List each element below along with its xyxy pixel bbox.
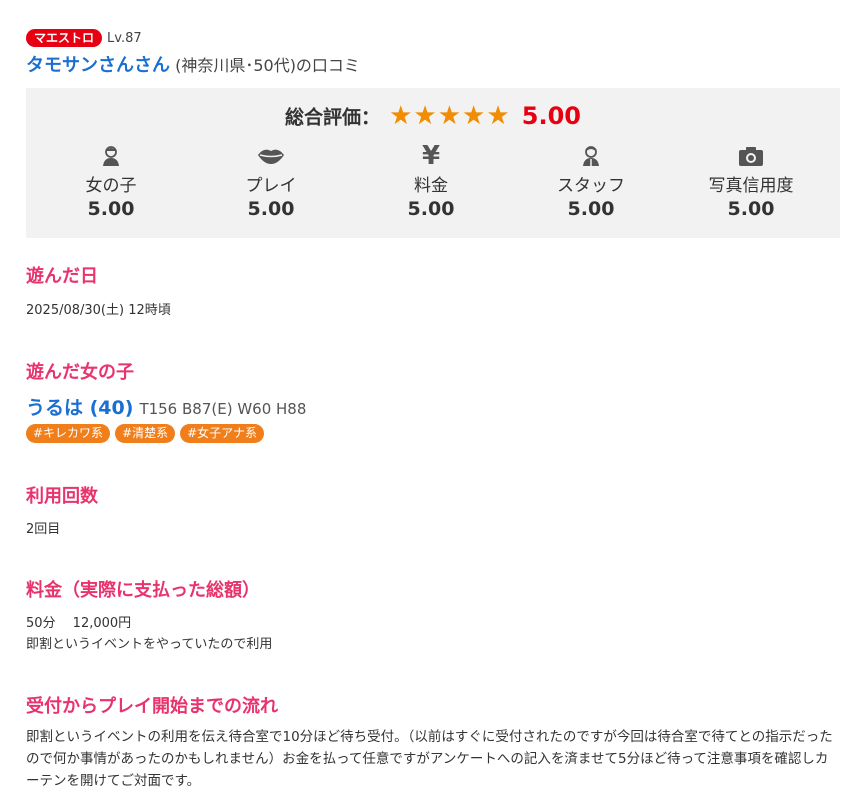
girl-size: T156 B87(E) W60 H88: [139, 400, 307, 418]
category-ratings: 女の子 5.00 プレイ 5.00 ¥ 料金 5.00 スタッフ 5.00 写真…: [26, 141, 840, 220]
category-score: 5.00: [87, 198, 135, 220]
girl-info: うるは (40) T156 B87(E) W60 H88: [26, 393, 306, 420]
visits-heading: 利用回数: [26, 486, 98, 507]
review-title: タモサンさんさん (神奈川県･50代)の口コミ: [26, 51, 360, 77]
category-girl: 女の子 5.00: [31, 144, 191, 220]
star-icon: ★: [389, 101, 414, 131]
girl-heading: 遊んだ女の子: [26, 362, 134, 383]
flow-heading: 受付からプレイ開始までの流れ: [26, 696, 278, 717]
category-score: 5.00: [567, 198, 615, 220]
category-price: ¥ 料金 5.00: [351, 141, 511, 220]
category-photo: 写真信用度 5.00: [671, 144, 831, 220]
overall-score: 5.00: [521, 102, 581, 130]
price-note: 即割というイベントをやっていたので利用: [26, 637, 273, 652]
girl-tags: #キレカワ系 #清楚系 #女子アナ系: [26, 424, 269, 443]
author-meta: (神奈川県･50代)の口コミ: [170, 56, 360, 75]
staff-icon: [511, 144, 671, 168]
overall-label: 総合評価：: [285, 106, 381, 129]
category-label: 女の子: [85, 176, 137, 196]
girl-icon: [31, 144, 191, 168]
rank-badge: マエストロ: [26, 29, 103, 47]
visits-value: 2回目: [26, 522, 61, 537]
price-heading: 料金（実際に支払った総額）: [26, 580, 260, 601]
level-label: Lv.87: [107, 30, 142, 46]
overall-rating: 総合評価： ★★★★★ 5.00: [26, 101, 840, 131]
star-icon: ★: [413, 101, 438, 131]
lips-icon: [191, 144, 351, 168]
category-score: 5.00: [727, 198, 775, 220]
star-icon: ★: [462, 101, 487, 131]
visit-date-heading: 遊んだ日: [26, 266, 98, 287]
category-label: 写真信用度: [708, 176, 794, 196]
category-score: 5.00: [407, 198, 455, 220]
category-play: プレイ 5.00: [191, 144, 351, 220]
price-amount: 50分 12,000円: [26, 616, 132, 631]
category-label: プレイ: [245, 176, 297, 196]
review-header: マエストロ Lv.87 タモサンさんさん (神奈川県･50代)の口コミ: [26, 28, 360, 77]
girl-name-link[interactable]: うるは (40): [26, 397, 133, 419]
category-score: 5.00: [247, 198, 295, 220]
tag-chip[interactable]: #女子アナ系: [180, 424, 264, 443]
star-icon: ★: [486, 101, 511, 131]
rank-row: マエストロ Lv.87: [26, 28, 360, 48]
flow-text: 即割というイベントの利用を伝え待合室で10分ほど待ち受付。（以前はすぐに受付され…: [26, 729, 833, 789]
star-rating: ★★★★★: [389, 101, 511, 131]
category-label: 料金: [414, 176, 448, 196]
tag-chip[interactable]: #清楚系: [115, 424, 176, 443]
visit-date-value: 2025/08/30(土) 12時頃: [26, 303, 171, 318]
category-label: スタッフ: [557, 176, 625, 196]
tag-chip[interactable]: #キレカワ系: [26, 424, 111, 443]
rating-box: 総合評価： ★★★★★ 5.00 女の子 5.00 プレイ 5.00 ¥ 料金 …: [26, 88, 840, 238]
yen-icon: ¥: [421, 141, 441, 171]
star-icon: ★: [437, 101, 463, 131]
review-page: マエストロ Lv.87 タモサンさんさん (神奈川県･50代)の口コミ 総合評価…: [0, 0, 866, 791]
author-link[interactable]: タモサンさんさん: [26, 55, 170, 76]
category-staff: スタッフ 5.00: [511, 144, 671, 220]
camera-icon: [671, 144, 831, 168]
